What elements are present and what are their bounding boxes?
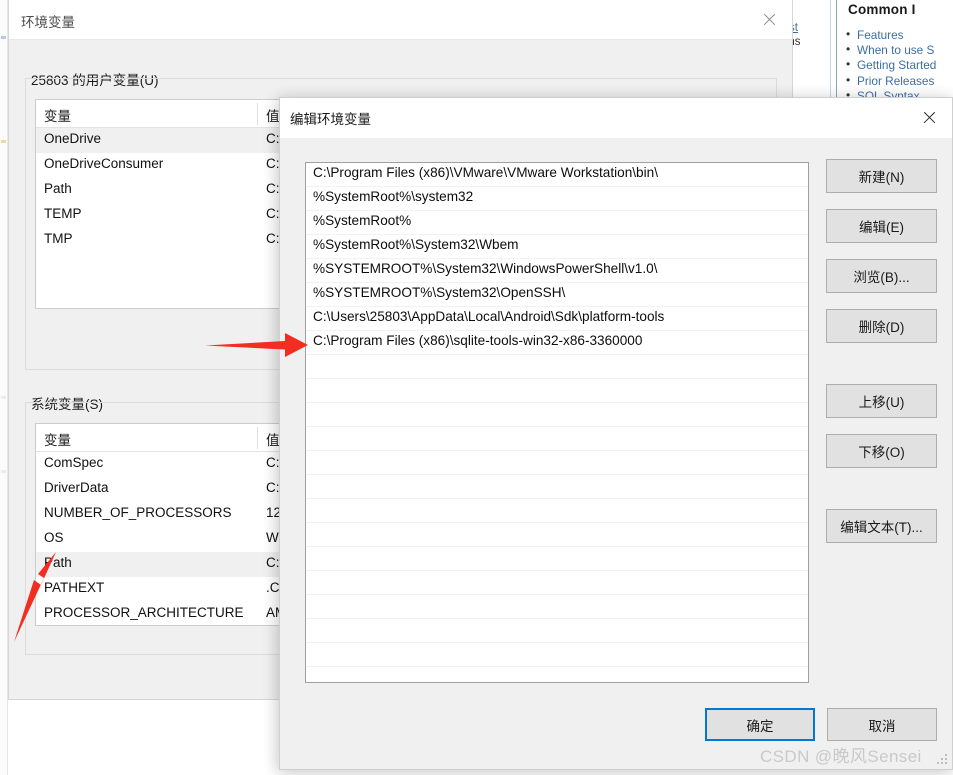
edit-button[interactable]: 编辑(E) [826, 209, 937, 243]
env-window-title: 环境变量 [21, 15, 75, 30]
path-entry-text: %SystemRoot%\System32\Wbem [313, 237, 519, 252]
cancel-button[interactable]: 取消 [827, 708, 937, 741]
browse-button[interactable]: 浏览(B)... [826, 259, 937, 293]
edit-dialog-titlebar: 编辑环境变量 [280, 98, 952, 138]
list-item[interactable]: C:\Users\25803\AppData\Local\Android\Sdk… [306, 307, 808, 331]
path-entry-text: C:\Program Files (x86)\VMware\VMware Wor… [313, 165, 658, 180]
browser-link-list: Features When to use S Getting Started P… [844, 27, 936, 100]
new-button[interactable]: 新建(N) [826, 159, 937, 193]
list-item-empty[interactable] [306, 619, 808, 643]
list-item[interactable]: Features [844, 27, 936, 43]
variable-name: PATHEXT [44, 580, 105, 595]
variable-name: ComSpec [44, 455, 104, 470]
column-header-variable: 变量 [44, 433, 71, 448]
variable-name: TMP [44, 231, 73, 246]
browser-divider [836, 0, 837, 100]
path-entry-text: C:\Program Files (x86)\sqlite-tools-win3… [313, 333, 643, 348]
column-header-value: 值 [266, 109, 280, 124]
delete-button[interactable]: 删除(D) [826, 309, 937, 343]
column-header-variable: 变量 [44, 109, 71, 124]
list-item[interactable]: C:\Program Files (x86)\sqlite-tools-win3… [306, 331, 808, 355]
browser-heading: Common I [848, 2, 916, 17]
list-item-empty[interactable] [306, 595, 808, 619]
list-item[interactable]: C:\Program Files (x86)\VMware\VMware Wor… [306, 163, 808, 187]
move-down-button[interactable]: 下移(O) [826, 434, 937, 468]
path-entry-text: %SYSTEMROOT%\System32\WindowsPowerShell\… [313, 261, 658, 276]
variable-name: OneDriveConsumer [44, 156, 164, 171]
list-item-empty[interactable] [306, 379, 808, 403]
list-item-empty[interactable] [306, 403, 808, 427]
browser-divider-inner [830, 0, 831, 100]
list-item-empty[interactable] [306, 499, 808, 523]
list-item[interactable]: %SYSTEMROOT%\System32\OpenSSH\ [306, 283, 808, 307]
list-item[interactable]: %SystemRoot%\System32\Wbem [306, 235, 808, 259]
variable-name: OneDrive [44, 131, 102, 146]
path-entry-text: %SYSTEMROOT%\System32\OpenSSH\ [313, 285, 566, 300]
variable-name: Path [44, 555, 72, 570]
browser-content: Common I Features When to use S Getting … [840, 0, 953, 100]
move-up-button[interactable]: 上移(U) [826, 384, 937, 418]
edit-text-button[interactable]: 编辑文本(T)... [826, 509, 937, 543]
edit-dialog-title: 编辑环境变量 [290, 112, 371, 127]
variable-name: PROCESSOR_ARCHITECTURE [44, 605, 244, 620]
list-item-empty[interactable] [306, 355, 808, 379]
list-item-empty[interactable] [306, 475, 808, 499]
variable-name: NUMBER_OF_PROCESSORS [44, 505, 232, 520]
path-entries-list[interactable]: C:\Program Files (x86)\VMware\VMware Wor… [305, 162, 809, 683]
watermark: CSDN @晚风Sensei [760, 747, 922, 766]
background-browser: st ons er Common I Features When to use … [782, 0, 953, 100]
list-item[interactable]: Prior Releases [844, 73, 936, 89]
list-item-empty[interactable] [306, 643, 808, 667]
close-icon[interactable] [746, 0, 792, 40]
list-item[interactable]: %SystemRoot% [306, 211, 808, 235]
close-icon[interactable] [906, 98, 952, 138]
variable-name: OS [44, 530, 64, 545]
variable-name: TEMP [44, 206, 82, 221]
path-entry-text: %SystemRoot% [313, 213, 412, 228]
list-item[interactable]: %SYSTEMROOT%\System32\WindowsPowerShell\… [306, 259, 808, 283]
ok-button[interactable]: 确定 [705, 708, 815, 741]
list-item-empty[interactable] [306, 427, 808, 451]
variable-name: DriverData [44, 480, 109, 495]
list-item-empty[interactable] [306, 571, 808, 595]
path-entry-text: %SystemRoot%\system32 [313, 189, 474, 204]
list-item-empty[interactable] [306, 523, 808, 547]
list-item[interactable]: %SystemRoot%\system32 [306, 187, 808, 211]
list-item[interactable]: When to use S [844, 42, 936, 58]
variable-name: Path [44, 181, 72, 196]
screenshot-root: st ons er Common I Features When to use … [0, 0, 953, 775]
list-item-empty[interactable] [306, 547, 808, 571]
env-window-titlebar: 环境变量 [9, 0, 792, 40]
background-window-sliver [0, 0, 8, 775]
edit-environment-variable-dialog: 编辑环境变量 C:\Program Files (x86)\VMware\VMw… [279, 97, 953, 770]
resize-grip[interactable] [936, 754, 949, 767]
path-entry-text: C:\Users\25803\AppData\Local\Android\Sdk… [313, 309, 665, 324]
column-header-value: 值 [266, 433, 280, 448]
list-item[interactable]: Getting Started [844, 57, 936, 73]
list-item-empty[interactable] [306, 451, 808, 475]
